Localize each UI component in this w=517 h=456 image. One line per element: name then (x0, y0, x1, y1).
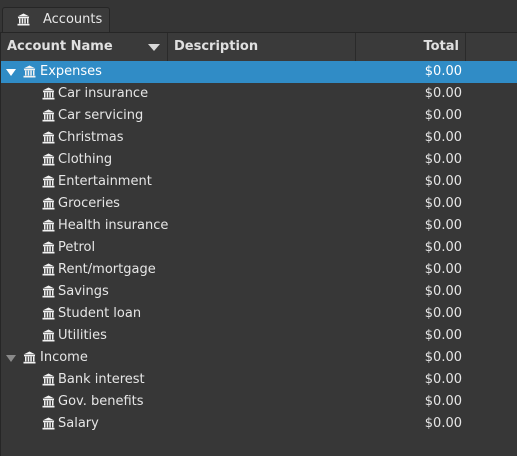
tab-strip: Accounts (0, 0, 517, 33)
account-total: $0.00 (424, 108, 462, 123)
column-header: Account Name Description Total (1, 33, 517, 62)
bank-icon (23, 351, 36, 364)
account-name: Utilities (58, 328, 107, 343)
account-name: Entertainment (58, 174, 152, 189)
account-row-income[interactable]: Income $0.00 (1, 347, 517, 369)
account-row-clothing[interactable]: Clothing $0.00 (1, 149, 517, 171)
account-name: Petrol (58, 240, 96, 255)
account-name: Car insurance (58, 86, 149, 101)
bank-icon (42, 285, 55, 298)
bank-icon (42, 197, 55, 210)
account-total: $0.00 (424, 350, 462, 365)
bank-icon (42, 153, 55, 166)
bank-icon (42, 395, 55, 408)
account-row-salary[interactable]: Salary $0.00 (1, 413, 517, 435)
account-row-utilities[interactable]: Utilities $0.00 (1, 325, 517, 347)
account-total: $0.00 (424, 218, 462, 233)
account-name: Rent/mortgage (58, 262, 156, 277)
column-total-label: Total (423, 39, 459, 54)
tab-label: Accounts (43, 12, 103, 27)
account-name: Expenses (40, 64, 102, 79)
account-row-car-insurance[interactable]: Car insurance $0.00 (1, 83, 517, 105)
column-description-label: Description (174, 39, 259, 54)
account-total: $0.00 (424, 394, 462, 409)
account-name: Christmas (58, 130, 124, 145)
account-total: $0.00 (424, 328, 462, 343)
account-total: $0.00 (424, 284, 462, 299)
account-name: Income (40, 350, 88, 365)
bank-icon (42, 329, 55, 342)
account-row-petrol[interactable]: Petrol $0.00 (1, 237, 517, 259)
account-name: Health insurance (58, 218, 169, 233)
account-total: $0.00 (424, 196, 462, 211)
account-name: Gov. benefits (58, 394, 144, 409)
column-description[interactable]: Description (168, 33, 356, 61)
account-row-student-loan[interactable]: Student loan $0.00 (1, 303, 517, 325)
bank-icon (42, 417, 55, 430)
expand-arrow-icon[interactable] (6, 69, 16, 76)
account-total: $0.00 (424, 372, 462, 387)
column-filler (466, 33, 517, 61)
account-row-christmas[interactable]: Christmas $0.00 (1, 127, 517, 149)
account-total: $0.00 (424, 174, 462, 189)
column-total[interactable]: Total (356, 33, 466, 61)
tab-accounts[interactable]: Accounts (2, 7, 110, 33)
bank-icon (42, 87, 55, 100)
account-row-rent-mortgage[interactable]: Rent/mortgage $0.00 (1, 259, 517, 281)
bank-icon (23, 65, 36, 78)
account-total: $0.00 (424, 416, 462, 431)
account-row-groceries[interactable]: Groceries $0.00 (1, 193, 517, 215)
account-total: $0.00 (424, 240, 462, 255)
account-name: Salary (58, 416, 99, 431)
account-row-gov-benefits[interactable]: Gov. benefits $0.00 (1, 391, 517, 413)
expand-arrow-icon[interactable] (6, 355, 16, 362)
accounts-tree[interactable]: Account Name Description Total Expenses $… (0, 32, 517, 456)
account-row-expenses[interactable]: Expenses $0.00 (1, 61, 517, 83)
bank-icon (42, 131, 55, 144)
column-account-name-label: Account Name (7, 39, 113, 54)
account-name: Student loan (58, 306, 142, 321)
account-row-health-insurance[interactable]: Health insurance $0.00 (1, 215, 517, 237)
bank-icon (42, 373, 55, 386)
bank-icon (42, 109, 55, 122)
account-row-savings[interactable]: Savings $0.00 (1, 281, 517, 303)
bank-icon (42, 175, 55, 188)
account-total: $0.00 (424, 86, 462, 101)
bank-icon (42, 263, 55, 276)
bank-icon (42, 307, 55, 320)
account-rows: Expenses $0.00 Car insurance $0.00 Car servi… (1, 61, 517, 435)
account-row-car-servicing[interactable]: Car servicing $0.00 (1, 105, 517, 127)
bank-icon (42, 241, 55, 254)
account-name: Clothing (58, 152, 113, 167)
bank-icon (42, 219, 55, 232)
sort-descending-icon[interactable] (148, 44, 160, 51)
account-total: $0.00 (424, 306, 462, 321)
account-total: $0.00 (424, 262, 462, 277)
account-name: Groceries (58, 196, 120, 211)
account-total: $0.00 (424, 130, 462, 145)
account-name: Bank interest (58, 372, 145, 387)
account-row-bank-interest[interactable]: Bank interest $0.00 (1, 369, 517, 391)
column-account-name[interactable]: Account Name (1, 33, 168, 61)
account-total: $0.00 (424, 64, 462, 79)
account-row-entertainment[interactable]: Entertainment $0.00 (1, 171, 517, 193)
account-total: $0.00 (424, 152, 462, 167)
account-name: Savings (58, 284, 109, 299)
account-name: Car servicing (58, 108, 144, 123)
bank-icon (17, 13, 30, 26)
